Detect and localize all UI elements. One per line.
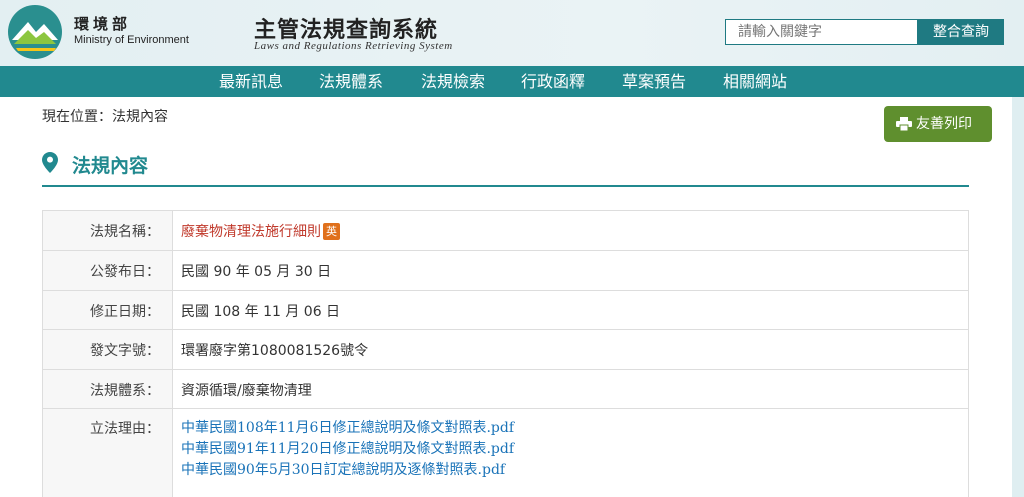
amend-date-label: 修正日期： (43, 291, 173, 329)
site-header: 環境部 Ministry of Environment 主管法規查詢系統 Law… (0, 0, 1024, 66)
amend-date-value: 民國 108 年 11 月 06 日 (181, 304, 341, 320)
breadcrumb: 現在位置：法規內容 (42, 109, 168, 125)
publish-date-value: 民國 90 年 05 月 30 日 (181, 264, 332, 280)
printer-icon (896, 117, 912, 131)
law-name-link[interactable]: 廢棄物清理法施行細則 (181, 224, 321, 240)
legislative-reason-value: 中華民國108年11月6日修正總說明及條文對照表.pdf 中華民國91年11月2… (173, 409, 968, 497)
title-divider (42, 185, 969, 187)
nav-item-news[interactable]: 最新訊息 (219, 71, 283, 92)
reason-pdf-link[interactable]: 中華民國91年11月20日修正總說明及條文對照表.pdf (181, 439, 968, 460)
reason-pdf-link[interactable]: 中華民國90年5月30日訂定總說明及逐條對照表.pdf (181, 460, 968, 481)
legislative-reason-label: 立法理由： (43, 409, 173, 497)
nav-item-search[interactable]: 法規檢索 (421, 71, 485, 92)
table-row: 公發布日： 民國 90 年 05 月 30 日 (43, 251, 968, 291)
page-title: 法規內容 (72, 155, 149, 177)
nav-item-draft[interactable]: 草案預告 (622, 71, 686, 92)
publish-date-label: 公發布日： (43, 251, 173, 290)
table-row: 發文字號： 環署廢字第1080081526號令 (43, 330, 968, 370)
document-number-value: 環署廢字第1080081526號令 (181, 343, 369, 359)
nav-item-interpretation[interactable]: 行政函釋 (521, 71, 585, 92)
law-system-value: 資源循環/廢棄物清理 (181, 383, 312, 399)
nav-item-system[interactable]: 法規體系 (319, 71, 383, 92)
main-nav: 最新訊息 法規體系 法規檢索 行政函釋 草案預告 相關網站 (0, 66, 1024, 97)
table-row: 法規體系： 資源循環/廢棄物清理 (43, 370, 968, 409)
ministry-name-en: Ministry of Environment (74, 34, 189, 46)
print-button-label: 友善列印 (916, 116, 972, 132)
document-number-label: 發文字號： (43, 330, 173, 369)
table-row: 修正日期： 民國 108 年 11 月 06 日 (43, 291, 968, 330)
ministry-logo-icon[interactable] (6, 4, 64, 60)
nav-item-links[interactable]: 相關網站 (723, 71, 787, 92)
page-right-margin (1012, 97, 1024, 497)
site-subtitle: Laws and Regulations Retrieving System (254, 40, 453, 52)
print-button[interactable]: 友善列印 (884, 106, 992, 142)
law-system-label: 法規體系： (43, 370, 173, 408)
table-row: 立法理由： 中華民國108年11月6日修正總說明及條文對照表.pdf 中華民國9… (43, 409, 968, 497)
search-input[interactable] (725, 19, 918, 45)
table-row: 法規名稱： 廢棄物清理法施行細則英 (43, 211, 968, 251)
location-pin-icon (42, 152, 58, 173)
english-version-badge[interactable]: 英 (323, 223, 340, 240)
regulation-info-table: 法規名稱： 廢棄物清理法施行細則英 公發布日： 民國 90 年 05 月 30 … (42, 210, 969, 497)
reason-pdf-link[interactable]: 中華民國108年11月6日修正總說明及條文對照表.pdf (181, 418, 968, 439)
law-name-label: 法規名稱： (43, 211, 173, 250)
law-name-value: 廢棄物清理法施行細則英 (173, 211, 968, 250)
ministry-name-cn: 環境部 (74, 15, 132, 33)
search-button[interactable]: 整合查詢 (918, 19, 1004, 45)
